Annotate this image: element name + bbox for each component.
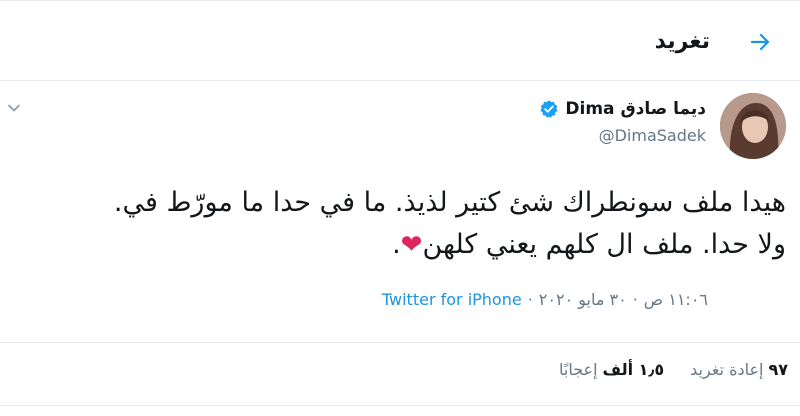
meta-dot-1: · [632, 290, 638, 309]
tweet-text: هيدا ملف سونطراك شئ كتير لذيذ. ما في حدا… [4, 182, 786, 266]
chevron-down-icon[interactable] [6, 100, 22, 116]
tweet-stats: ٩٧ إعادة تغريد ١٫٥ ألف إعجابًا [559, 360, 788, 379]
tweet-line-2: ولا حدا. ملف ال كلهم يعني كلهن❤. [4, 224, 786, 266]
bottom-divider [0, 405, 800, 406]
divider [0, 342, 800, 343]
author-block: ديما صادق Dima @DimaSadek [539, 96, 706, 145]
arrow-right-icon [750, 33, 770, 51]
tweet-line-2-text: ولا حدا. ملف ال كلهم يعني كلهن [422, 229, 786, 260]
tweet-line-1: هيدا ملف سونطراك شئ كتير لذيذ. ما في حدا… [113, 187, 786, 218]
meta-dot-2: · [527, 290, 533, 309]
verified-badge-icon [540, 100, 558, 118]
avatar[interactable] [720, 93, 786, 159]
avatar-image [720, 93, 786, 159]
tweet-date[interactable]: ٣٠ مايو ٢٠٢٠ [539, 290, 627, 309]
tweet-meta: ١١:٠٦ ص · ٣٠ مايو ٢٠٢٠ · Twitter for iPh… [382, 290, 708, 309]
likes-count: ١٫٥ ألف [602, 360, 665, 379]
tweet-source-link[interactable]: Twitter for iPhone [382, 290, 522, 309]
heart-emoji: ❤ [400, 230, 423, 260]
author-display-name[interactable]: ديما صادق Dima [565, 99, 706, 119]
retweets-label: إعادة تغريد [690, 360, 764, 379]
likes-label: إعجابًا [558, 360, 598, 379]
back-button[interactable] [740, 22, 780, 62]
retweets-count: ٩٧ [768, 360, 788, 379]
retweets-stat[interactable]: ٩٧ إعادة تغريد [690, 360, 788, 379]
likes-stat[interactable]: ١٫٥ ألف إعجابًا [559, 360, 664, 379]
page-header: تغريد [0, 0, 800, 81]
tweet-line-2-end: . [392, 229, 401, 260]
page-title: تغريد [654, 29, 710, 54]
author-name-line: ديما صادق Dima [539, 96, 706, 122]
tweet-time[interactable]: ١١:٠٦ ص [644, 290, 708, 309]
author-handle[interactable]: @DimaSadek [539, 126, 706, 145]
